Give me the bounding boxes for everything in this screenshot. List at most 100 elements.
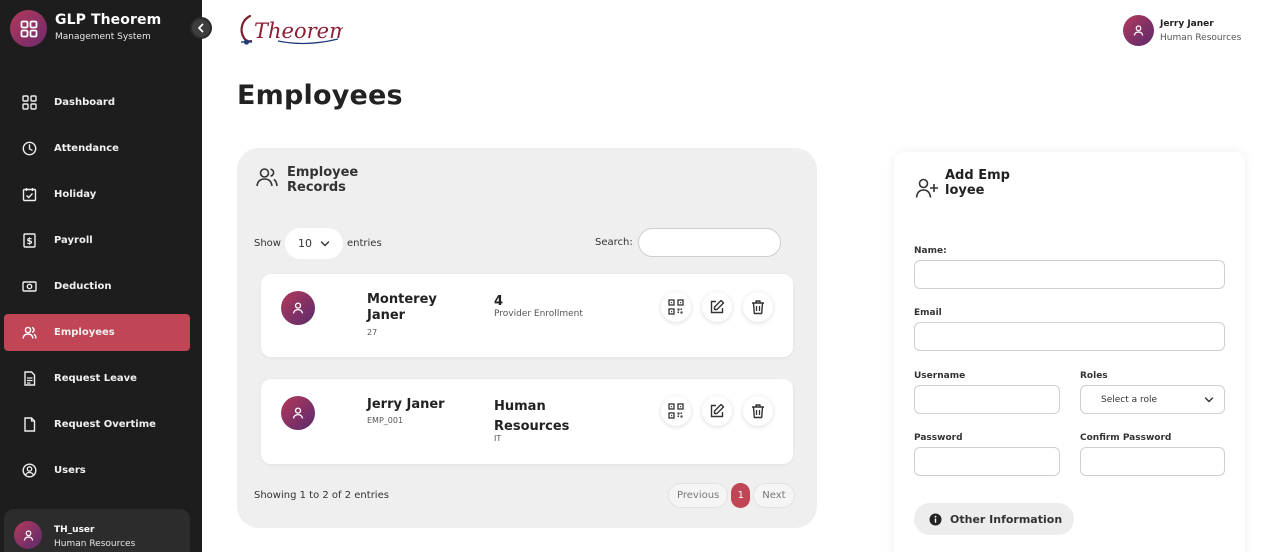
- employee-name: Monterey Janer: [367, 292, 437, 323]
- avatar: [281, 396, 315, 430]
- dashboard-icon: [20, 94, 38, 112]
- trash-icon: [752, 300, 764, 315]
- employee-id: 27: [367, 328, 378, 337]
- sidebar-item-users[interactable]: Users: [0, 452, 202, 489]
- document-icon: [20, 370, 38, 388]
- brand: GLP Theorem Management System: [10, 10, 161, 47]
- add-employee-panel: Add Employee Name: Email Username Roles …: [894, 152, 1245, 552]
- sidebar-item-request-overtime[interactable]: Request Overtime: [0, 406, 202, 443]
- user-icon: [1133, 25, 1144, 36]
- money-icon: [20, 278, 38, 296]
- users-icon: [20, 324, 38, 342]
- collapse-sidebar-button[interactable]: [190, 17, 212, 39]
- sidebar-item-dashboard[interactable]: Dashboard: [0, 84, 202, 121]
- employee-id: EMP_001: [367, 416, 404, 425]
- name-field[interactable]: [914, 260, 1225, 289]
- sidebar-user-card[interactable]: TH_user Human Resources: [4, 509, 190, 552]
- employee-records-title: Employee Records: [287, 165, 359, 195]
- search-label: Search:: [595, 237, 633, 248]
- theorem-logo: Theorem: [238, 12, 349, 48]
- chevron-down-icon: [320, 240, 330, 246]
- sidebar-user-name: TH_user: [54, 525, 95, 535]
- table-info: Showing 1 to 2 of 2 entries: [254, 490, 389, 501]
- avatar: [1123, 15, 1154, 46]
- next-page-button[interactable]: Next: [753, 483, 795, 508]
- header-user-menu[interactable]: Jerry Janer Human Resources: [1123, 15, 1241, 46]
- chevron-left-icon: [198, 23, 204, 33]
- sidebar: GLP Theorem Management System Dashboard …: [0, 0, 212, 552]
- user-circle-icon: [20, 462, 38, 480]
- sidebar-item-payroll[interactable]: $ Payroll: [0, 222, 202, 259]
- employee-department: Human Resources: [494, 399, 570, 434]
- user-icon: [292, 302, 304, 314]
- add-user-icon: [915, 177, 939, 203]
- username-field[interactable]: [914, 385, 1060, 414]
- sidebar-item-holiday[interactable]: Holiday: [0, 176, 202, 213]
- sidebar-item-label: Deduction: [54, 281, 112, 292]
- qr-code-icon: [668, 403, 684, 419]
- sidebar-item-label: Request Overtime: [54, 419, 156, 430]
- entries-length-control: Show 10 entries: [254, 228, 382, 259]
- edit-icon: [710, 299, 725, 314]
- sidebar-nav: Dashboard Attendance Holiday $ Payroll D…: [0, 84, 202, 498]
- logo-text: Theorem: [254, 19, 343, 43]
- app-title: GLP Theorem: [55, 12, 162, 28]
- show-label: Show: [254, 238, 281, 249]
- entries-select[interactable]: 10: [284, 228, 343, 259]
- search-input[interactable]: [637, 228, 781, 257]
- sidebar-item-attendance[interactable]: Attendance: [0, 130, 202, 167]
- header-user-name: Jerry Janer: [1160, 18, 1214, 29]
- email-field[interactable]: [914, 322, 1225, 351]
- sidebar-item-request-leave[interactable]: Request Leave: [0, 360, 202, 397]
- entries-label: entries: [346, 238, 382, 249]
- app-logo-icon: [10, 10, 47, 47]
- pagination: Previous 1 Next: [668, 483, 795, 508]
- email-label: Email: [914, 308, 942, 318]
- roles-select[interactable]: Select a role: [1080, 385, 1225, 414]
- employee-name: Jerry Janer: [367, 397, 445, 412]
- name-label: Name:: [914, 246, 947, 256]
- add-employee-title: Add Employee: [945, 168, 1010, 198]
- app-subtitle: Management System: [55, 32, 151, 42]
- edit-button[interactable]: [702, 292, 732, 322]
- page-title: Employees: [237, 80, 403, 111]
- user-icon: [292, 407, 304, 419]
- search-control: Search:: [595, 228, 781, 257]
- confirm-password-label: Confirm Password: [1080, 433, 1172, 443]
- employee-records-panel: Employee Records Show 10 entries Search:…: [237, 148, 817, 528]
- user-icon: [23, 529, 33, 541]
- users-icon: [255, 165, 279, 193]
- avatar: [14, 521, 42, 549]
- sidebar-item-label: Attendance: [54, 143, 119, 154]
- calendar-check-icon: [20, 186, 38, 204]
- sidebar-item-label: Holiday: [54, 189, 97, 200]
- employee-card: Monterey Janer 27 4 Provider Enrollment: [261, 274, 793, 357]
- employee-department-sub: IT: [494, 434, 502, 443]
- trash-icon: [752, 404, 764, 419]
- previous-page-button[interactable]: Previous: [668, 483, 729, 508]
- svg-text:$: $: [26, 237, 32, 247]
- delete-button[interactable]: [743, 292, 773, 322]
- sidebar-item-label: Payroll: [54, 235, 93, 246]
- page-1-button[interactable]: 1: [731, 483, 751, 508]
- entries-value: 10: [297, 237, 312, 250]
- clock-icon: [20, 140, 38, 158]
- sidebar-item-label: Request Leave: [54, 373, 137, 384]
- employee-card: Jerry Janer EMP_001 Human Resources IT: [261, 379, 793, 464]
- edit-icon: [710, 403, 725, 418]
- username-label: Username: [914, 371, 966, 381]
- file-icon: [20, 416, 38, 434]
- chevron-down-icon: [1204, 396, 1214, 402]
- payroll-icon: $: [20, 232, 38, 250]
- other-information-button[interactable]: Other Information: [914, 503, 1074, 535]
- confirm-password-field[interactable]: [1080, 447, 1225, 476]
- delete-button[interactable]: [743, 396, 773, 426]
- other-information-label: Other Information: [950, 512, 1063, 526]
- qr-code-icon: [668, 299, 684, 315]
- edit-button[interactable]: [702, 396, 732, 426]
- sidebar-item-employees[interactable]: Employees: [4, 314, 190, 351]
- qr-code-button[interactable]: [661, 292, 691, 322]
- password-field[interactable]: [914, 447, 1060, 476]
- sidebar-item-deduction[interactable]: Deduction: [0, 268, 202, 305]
- qr-code-button[interactable]: [661, 396, 691, 426]
